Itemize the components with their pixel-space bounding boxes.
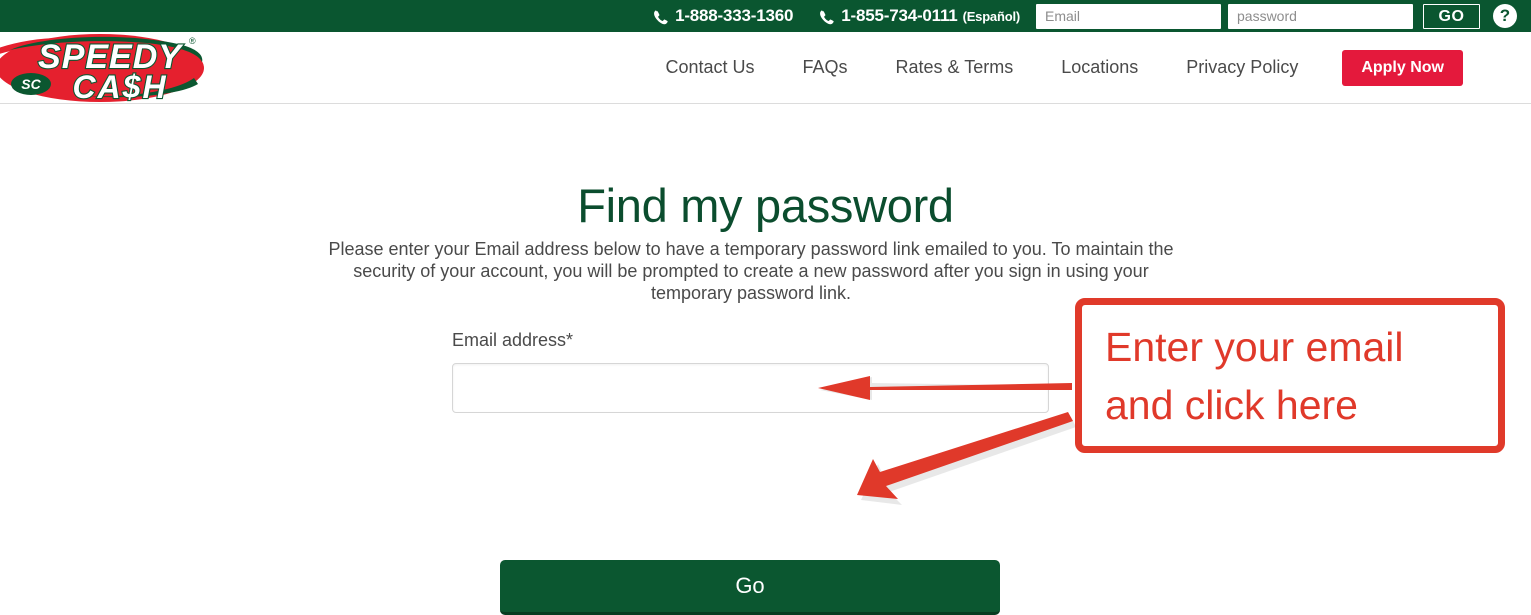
- page-root: 1-888-333-1360 1-855-734-0111 (Español) …: [0, 0, 1531, 615]
- nav-contact-us[interactable]: Contact Us: [641, 57, 778, 78]
- submit-go-button[interactable]: Go: [500, 560, 1000, 615]
- phone-primary-number: 1-888-333-1360: [675, 6, 794, 25]
- nav-faqs[interactable]: FAQs: [779, 57, 872, 78]
- email-address-input[interactable]: [452, 363, 1049, 413]
- phone-secondary-language-note: (Español): [962, 8, 1021, 24]
- top-utility-bar: 1-888-333-1360 1-855-734-0111 (Español) …: [0, 0, 1531, 32]
- phone-icon: [653, 9, 669, 26]
- instructions-paragraph: Please enter your Email address below to…: [328, 239, 1174, 303]
- login-go-button[interactable]: GO: [1423, 3, 1480, 29]
- phone-secondary[interactable]: 1-855-734-0111 (Español): [819, 6, 1020, 26]
- find-password-form: Email address*: [452, 330, 1049, 413]
- login-email-input[interactable]: [1036, 3, 1221, 29]
- email-address-label: Email address*: [452, 330, 574, 350]
- phone-primary[interactable]: 1-888-333-1360: [653, 6, 793, 26]
- main-content: Find my password Please enter your Email…: [0, 104, 1531, 615]
- nav-rates-terms[interactable]: Rates & Terms: [872, 57, 1038, 78]
- login-password-input[interactable]: [1228, 3, 1413, 29]
- apply-now-button[interactable]: Apply Now: [1342, 49, 1463, 86]
- nav-privacy-policy[interactable]: Privacy Policy: [1162, 57, 1322, 78]
- top-utility-bar-content: 1-888-333-1360 1-855-734-0111 (Español) …: [653, 0, 1531, 32]
- nav-links: Contact Us FAQs Rates & Terms Locations …: [641, 32, 1531, 103]
- main-navigation-bar: Contact Us FAQs Rates & Terms Locations …: [0, 32, 1531, 104]
- help-question-icon[interactable]: ?: [1493, 4, 1517, 28]
- page-title: Find my password: [577, 179, 954, 232]
- phone-icon: [819, 9, 835, 26]
- phone-secondary-number: 1-855-734-0111: [841, 6, 958, 25]
- nav-locations[interactable]: Locations: [1037, 57, 1162, 78]
